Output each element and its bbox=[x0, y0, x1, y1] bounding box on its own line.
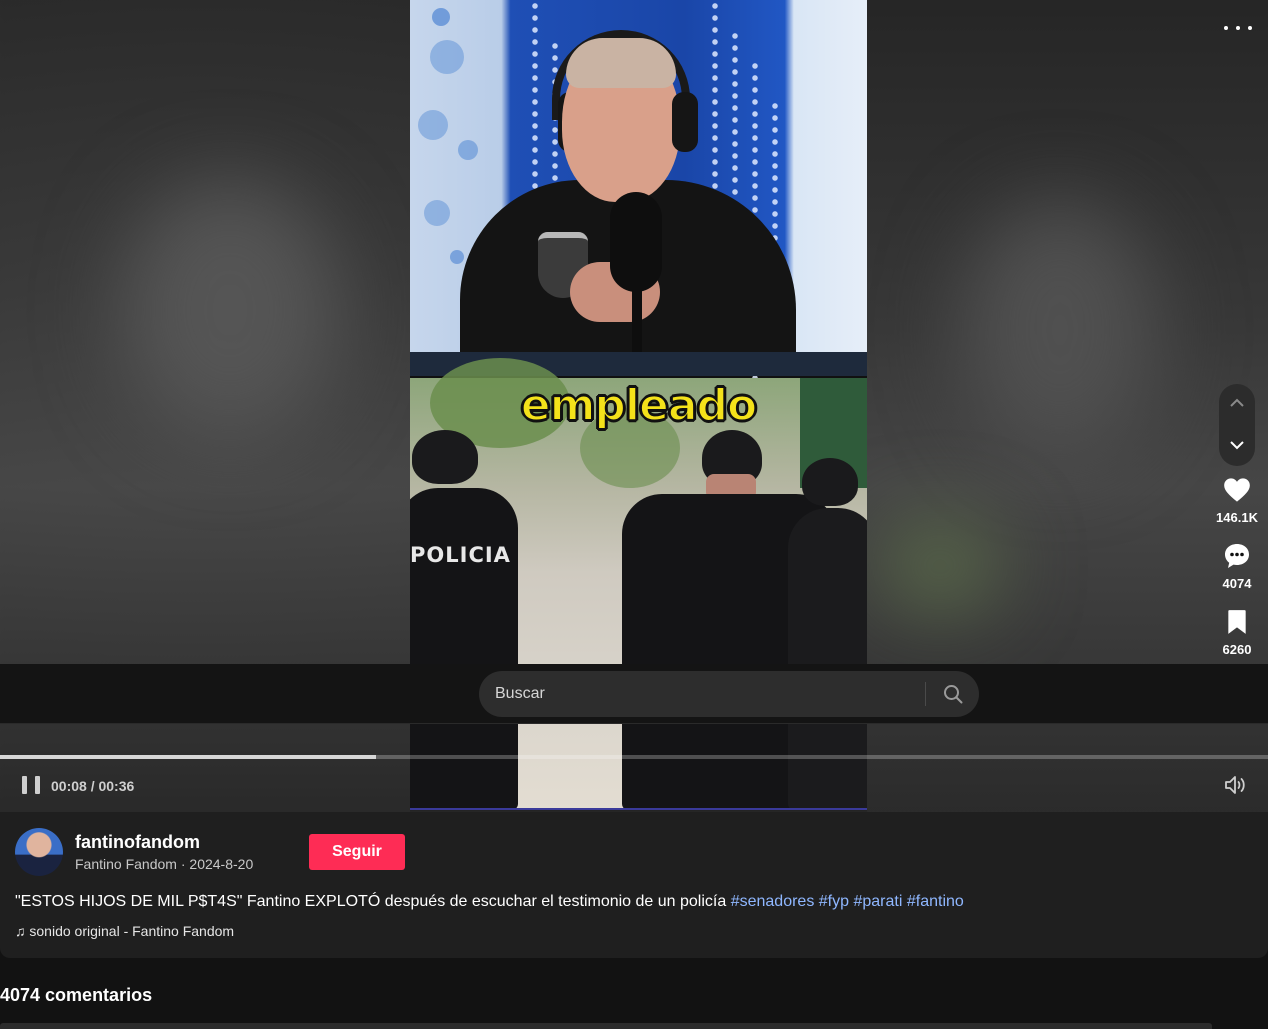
comment-count: 4074 bbox=[1222, 576, 1252, 591]
police-officer bbox=[410, 488, 518, 808]
more-options-button[interactable] bbox=[1224, 18, 1252, 38]
host-hair bbox=[566, 38, 676, 88]
chevron-down-icon bbox=[1230, 441, 1244, 450]
video-progress-bar[interactable] bbox=[0, 755, 1268, 759]
save-button[interactable]: 6260 bbox=[1210, 604, 1264, 657]
author-avatar[interactable] bbox=[15, 828, 63, 876]
search-button[interactable] bbox=[931, 671, 975, 717]
author-username[interactable]: fantinofandom bbox=[75, 832, 200, 853]
previous-video-button[interactable] bbox=[1219, 384, 1255, 422]
playback-time: 00:08 / 00:36 bbox=[51, 778, 135, 794]
follow-button[interactable]: Seguir bbox=[309, 834, 405, 870]
video-info-card: fantinofandom Fantino Fandom · 2024-8-20… bbox=[0, 812, 1268, 958]
comment-input-area[interactable] bbox=[0, 1023, 1212, 1029]
music-note-icon: ♫ bbox=[15, 923, 26, 939]
post-date: 2024-8-20 bbox=[189, 856, 254, 872]
microphone bbox=[610, 192, 662, 292]
decor-dot bbox=[430, 40, 464, 74]
author-subline: Fantino Fandom · 2024-8-20 bbox=[75, 856, 253, 872]
comment-icon bbox=[1225, 544, 1249, 568]
hashtag-link[interactable]: #fantino bbox=[907, 893, 964, 910]
save-count: 6260 bbox=[1222, 642, 1252, 657]
video-scene-studio bbox=[410, 0, 867, 460]
search-divider bbox=[925, 682, 926, 706]
uniform-label: POLICIA bbox=[410, 543, 511, 567]
police-officer bbox=[788, 508, 867, 808]
officer-cap bbox=[412, 430, 478, 484]
decor-dot bbox=[432, 8, 450, 26]
officer-cap bbox=[802, 458, 858, 506]
description-text: "ESTOS HIJOS DE MIL P$T4S" Fantino EXPLO… bbox=[15, 893, 727, 910]
search-box bbox=[479, 671, 979, 717]
chevron-up-icon bbox=[1230, 398, 1244, 407]
next-video-button[interactable] bbox=[1219, 426, 1255, 464]
video-scene-police: POLICIA bbox=[410, 358, 867, 808]
heart-icon bbox=[1224, 478, 1250, 502]
tiktok-video-page: POLICIA empleado 146.1K 4074 6260 Buscar… bbox=[0, 0, 1268, 1029]
speaker-icon bbox=[1225, 776, 1245, 794]
pause-icon bbox=[22, 776, 27, 794]
author-display-name: Fantino Fandom bbox=[75, 856, 177, 872]
volume-button[interactable] bbox=[1224, 774, 1250, 796]
decor-dot bbox=[458, 140, 478, 160]
video-description: "ESTOS HIJOS DE MIL P$T4S" Fantino EXPLO… bbox=[15, 893, 964, 911]
background-blur-shape bbox=[120, 180, 340, 440]
dot-icon bbox=[1224, 26, 1228, 30]
decor-dot bbox=[450, 250, 464, 264]
sound-label: sonido original - Fantino Fandom bbox=[29, 923, 235, 939]
background-blur-shape bbox=[960, 200, 1160, 460]
sound-link[interactable]: ♫ sonido original - Fantino Fandom bbox=[15, 923, 234, 939]
pause-button[interactable] bbox=[22, 776, 40, 796]
headphone-cup bbox=[672, 92, 698, 152]
hashtag-link[interactable]: #fyp bbox=[819, 893, 849, 910]
video-navigation bbox=[1219, 384, 1255, 466]
decor-dot bbox=[418, 110, 448, 140]
search-bar-strip bbox=[0, 664, 1268, 724]
search-icon bbox=[944, 685, 963, 704]
hashtag-link[interactable]: #parati bbox=[853, 893, 902, 910]
dot-icon bbox=[1236, 26, 1240, 30]
comments-heading: 4074 comentarios bbox=[0, 985, 153, 1005]
background-blur-shape bbox=[880, 520, 1000, 610]
like-count: 146.1K bbox=[1216, 510, 1258, 525]
pause-icon bbox=[35, 776, 40, 794]
dot-icon bbox=[1248, 26, 1252, 30]
separator: · bbox=[176, 856, 190, 872]
video-caption: empleado bbox=[520, 379, 759, 432]
decor-dot bbox=[424, 200, 450, 226]
comment-button[interactable]: 4074 bbox=[1210, 538, 1264, 591]
search-input[interactable] bbox=[479, 671, 925, 717]
hashtag-link[interactable]: #senadores bbox=[731, 893, 815, 910]
like-button[interactable]: 146.1K bbox=[1210, 472, 1264, 525]
bookmark-icon bbox=[1228, 610, 1246, 634]
video-progress-fill bbox=[0, 755, 377, 759]
